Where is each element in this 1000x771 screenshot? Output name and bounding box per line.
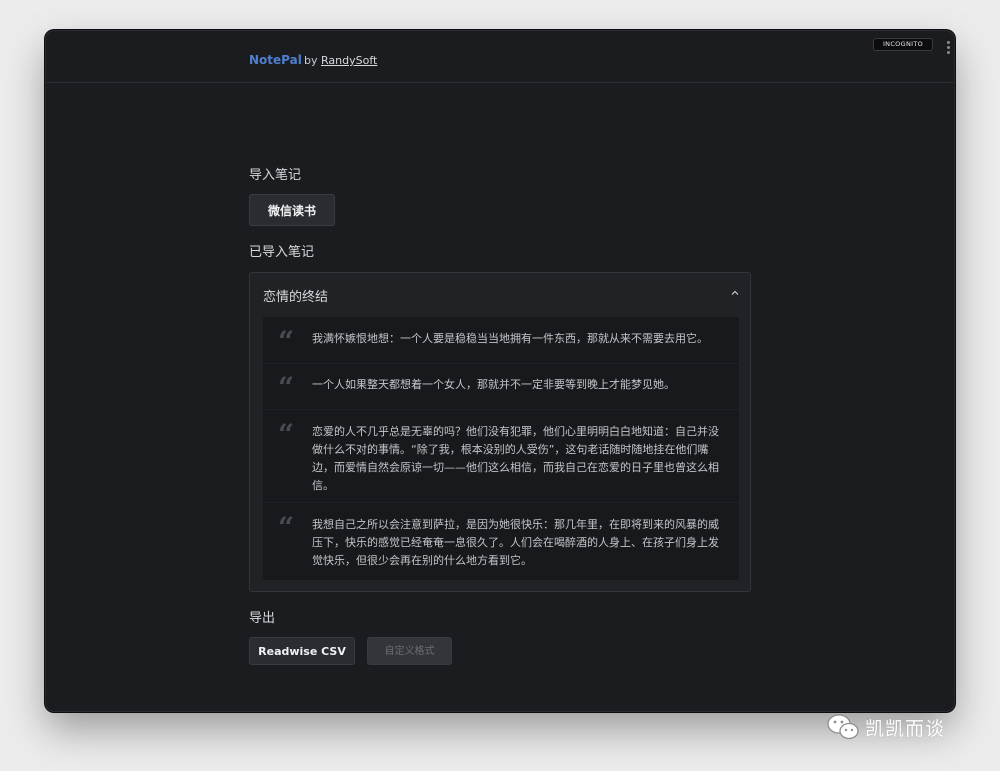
wechat-icon bbox=[827, 714, 859, 740]
divider bbox=[263, 409, 739, 410]
divider bbox=[263, 363, 739, 364]
author-link[interactable]: RandySoft bbox=[321, 54, 377, 67]
chevron-up-icon[interactable] bbox=[730, 288, 740, 298]
weread-import-button[interactable]: 微信读书 bbox=[249, 194, 335, 226]
book-accordion: 恋情的终结 “ 我满怀嫉恨地想：一个人要是稳稳当当地拥有一件东西，那就从来不需要… bbox=[249, 272, 751, 592]
more-options-icon[interactable] bbox=[947, 41, 950, 56]
quote-icon: “ bbox=[278, 325, 295, 358]
app-window: NotePal by RandySoft INCOGNITO 导入笔记 微信读书… bbox=[46, 31, 954, 711]
highlight-list: “ 我满怀嫉恨地想：一个人要是稳稳当当地拥有一件东西，那就从来不需要去用它。 “… bbox=[263, 317, 739, 580]
quote-icon: “ bbox=[278, 418, 295, 451]
watermark: 凯凯而谈 bbox=[826, 712, 976, 742]
watermark-text: 凯凯而谈 bbox=[865, 718, 946, 740]
imported-section-title: 已导入笔记 bbox=[249, 245, 315, 260]
readwise-csv-button[interactable]: Readwise CSV bbox=[249, 637, 355, 665]
divider bbox=[263, 502, 739, 503]
export-section-title: 导出 bbox=[249, 611, 276, 626]
byline-prefix: by bbox=[304, 54, 318, 67]
quote-icon: “ bbox=[278, 511, 295, 544]
custom-format-button[interactable]: 自定义格式 bbox=[367, 637, 452, 665]
highlight-text: 一个人如果整天都想着一个女人，那就并不一定非要等到晚上才能梦见她。 bbox=[312, 378, 675, 391]
highlight-text: 恋爱的人不几乎总是无辜的吗？他们没有犯罪，他们心里明明白白地知道：自己并没做什么… bbox=[312, 425, 719, 492]
brand-logo[interactable]: NotePal bbox=[249, 53, 302, 67]
import-section-title: 导入笔记 bbox=[249, 168, 302, 183]
byline: by RandySoft bbox=[304, 54, 377, 67]
top-bar: NotePal by RandySoft bbox=[46, 31, 954, 83]
book-title[interactable]: 恋情的终结 bbox=[263, 286, 328, 305]
incognito-badge: INCOGNITO bbox=[873, 38, 933, 51]
highlight-text: 我想自己之所以会注意到萨拉，是因为她很快乐：那几年里，在即将到来的风暴的威压下，… bbox=[312, 518, 719, 567]
quote-icon: “ bbox=[278, 371, 295, 404]
highlight-text: 我满怀嫉恨地想：一个人要是稳稳当当地拥有一件东西，那就从来不需要去用它。 bbox=[312, 332, 708, 345]
